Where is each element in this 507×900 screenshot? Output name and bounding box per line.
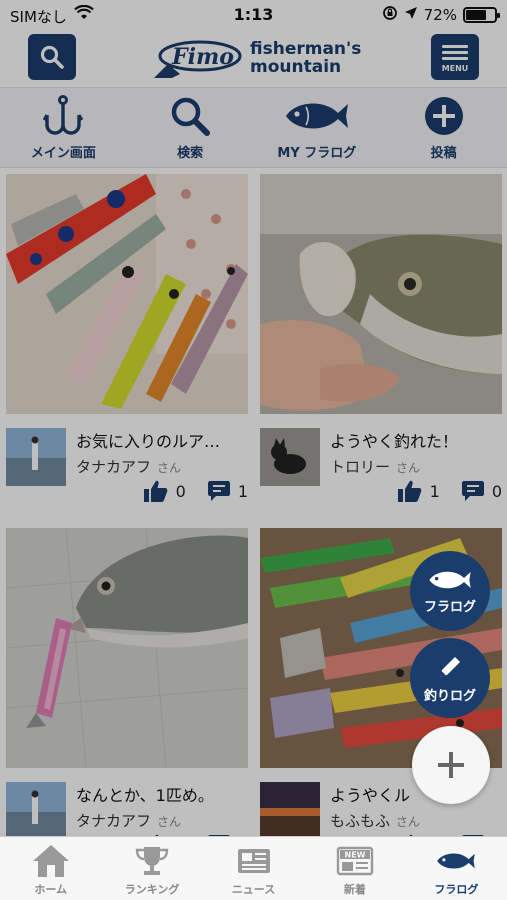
tab-fishlog-label: フラログ: [434, 883, 479, 896]
plus-icon: [438, 752, 464, 778]
fish-icon: [436, 843, 476, 879]
tab-fishlog[interactable]: フラログ: [406, 837, 507, 900]
tab-home-label: ホーム: [34, 883, 68, 896]
fab-fishlog-label: フラログ: [423, 599, 476, 615]
fab-toggle-button[interactable]: [412, 726, 490, 804]
home-icon: [31, 843, 71, 879]
tab-new[interactable]: NEW 新着: [304, 837, 405, 900]
newspaper-icon: [236, 843, 272, 879]
fab-fishlog-button[interactable]: フラログ: [410, 551, 490, 631]
new-badge-icon: NEW: [336, 843, 374, 879]
tab-bar: ホーム ランキング ニュース NEW 新着 フラログ: [0, 836, 507, 900]
tab-ranking[interactable]: ランキング: [101, 837, 202, 900]
tab-new-label: 新着: [343, 883, 366, 896]
fab-catchlog-label: 釣りログ: [423, 688, 476, 704]
fish-icon: [429, 571, 471, 588]
tab-ranking-label: ランキング: [124, 883, 180, 896]
tab-home[interactable]: ホーム: [0, 837, 101, 900]
fab-catchlog-button[interactable]: 釣りログ: [410, 638, 490, 718]
tab-news-label: ニュース: [231, 883, 276, 896]
pencil-icon: [440, 656, 460, 677]
svg-text:NEW: NEW: [344, 851, 365, 860]
trophy-icon: [134, 843, 170, 879]
tab-news[interactable]: ニュース: [203, 837, 304, 900]
